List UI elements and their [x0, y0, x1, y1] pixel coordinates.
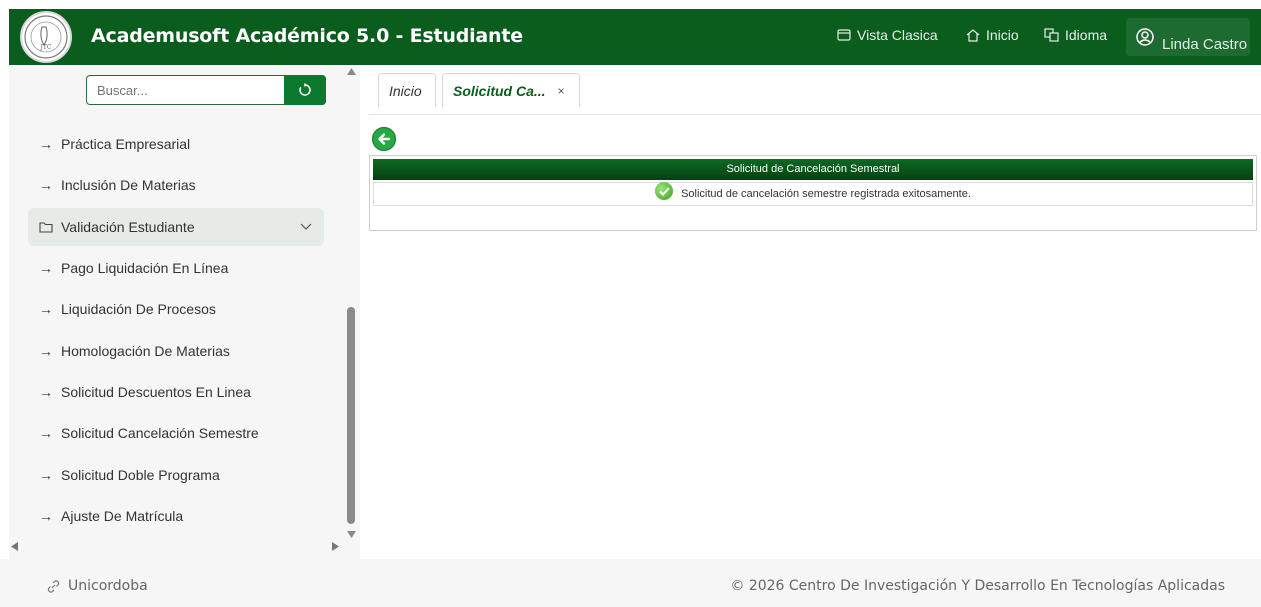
sidebar-item-inclusion-materias[interactable]: → Inclusión De Materias: [39, 166, 196, 204]
sidebar-item-solicitud-cancelacion[interactable]: → Solicitud Cancelación Semestre: [39, 414, 259, 452]
sidebar-item-validacion-estudiante[interactable]: Validación Estudiante: [28, 208, 324, 246]
arrow-right-icon: →: [39, 136, 53, 152]
footer-left-text: Unicordoba: [68, 578, 148, 594]
arrow-right-icon: →: [39, 177, 53, 193]
user-circle-icon: [1136, 28, 1154, 46]
svg-text:JTC: JTC: [40, 44, 52, 51]
sidebar-item-label: Solicitud Doble Programa: [61, 467, 220, 483]
scroll-right-icon[interactable]: [332, 542, 339, 551]
footer-link-unicordoba[interactable]: Unicordoba: [47, 578, 148, 594]
sidebar-item-label: Inclusión De Materias: [61, 177, 196, 193]
tab-label: Solicitud Ca...: [453, 82, 546, 99]
inicio-label: Inicio: [986, 27, 1019, 43]
search-input[interactable]: [87, 81, 289, 99]
success-message-row: Solicitud de cancelación semestre regist…: [373, 182, 1253, 206]
home-icon: [966, 28, 980, 42]
arrow-right-icon: →: [39, 384, 53, 400]
refresh-button[interactable]: [284, 75, 326, 105]
window-icon: [837, 29, 851, 41]
sidebar-horizontal-scrollbar[interactable]: [9, 540, 344, 552]
back-button[interactable]: [372, 127, 396, 151]
sidebar-item-practica-empresarial[interactable]: → Práctica Empresarial: [39, 125, 190, 163]
scroll-up-icon[interactable]: [347, 68, 356, 75]
arrow-right-icon: →: [39, 301, 53, 317]
sidebar-item-homologacion-materias[interactable]: → Homologación De Materias: [39, 332, 230, 370]
scroll-down-icon[interactable]: [347, 531, 356, 538]
user-name: Linda Castro: [1162, 35, 1248, 53]
sidebar-item-label: Solicitud Cancelación Semestre: [61, 425, 259, 441]
sidebar-item-solicitud-descuentos[interactable]: → Solicitud Descuentos En Linea: [39, 373, 251, 411]
sidebar-item-label: Ajuste De Matrícula: [61, 508, 184, 524]
tab-inicio[interactable]: Inicio: [378, 73, 436, 107]
refresh-icon: [299, 83, 311, 96]
sidebar-item-label: Liquidación De Procesos: [61, 301, 216, 317]
inicio-link[interactable]: Inicio: [966, 27, 1019, 43]
link-icon: [47, 579, 60, 593]
arrow-right-icon: →: [39, 508, 53, 524]
idioma-link[interactable]: Idioma: [1044, 27, 1107, 43]
sidebar: → Práctica Empresarial → Inclusión De Ma…: [9, 65, 360, 559]
panel-title: Solicitud de Cancelación Semestral: [373, 159, 1253, 180]
vista-clasica-label: Vista Clasica: [857, 27, 938, 43]
idioma-label: Idioma: [1065, 27, 1108, 43]
tab-bar: Inicio Solicitud Ca... ×: [369, 65, 1261, 115]
folder-icon: [39, 222, 53, 233]
sidebar-item-label: Pago Liquidación En Línea: [61, 260, 229, 276]
sidebar-item-label: Validación Estudiante: [61, 219, 195, 235]
university-logo: JTC: [20, 11, 72, 63]
sidebar-scrollbar-thumb[interactable]: [347, 307, 355, 524]
app-title: Academusoft Académico 5.0 - Estudiante: [91, 25, 523, 47]
chevron-down-icon: [300, 223, 312, 230]
app-header: JTC Academusoft Académico 5.0 - Estudian…: [9, 9, 1261, 65]
footer: Unicordoba © 2026 Centro De Investigació…: [0, 559, 1261, 607]
arrow-left-icon: [378, 133, 391, 145]
tab-solicitud-cancelacion[interactable]: Solicitud Ca... ×: [442, 73, 580, 107]
checkmark-icon: [655, 182, 674, 200]
success-message: Solicitud de cancelación semestre regist…: [681, 188, 971, 200]
sidebar-item-label: Práctica Empresarial: [61, 136, 191, 152]
scroll-left-icon[interactable]: [11, 542, 18, 551]
tab-close-button[interactable]: ×: [558, 84, 565, 98]
language-icon: [1044, 28, 1059, 42]
sidebar-item-ajuste-matricula[interactable]: → Ajuste De Matrícula: [39, 497, 183, 535]
user-menu[interactable]: Linda Castro: [1126, 18, 1250, 56]
result-panel: Solicitud de Cancelación Semestral Solic…: [369, 155, 1257, 231]
arrow-right-icon: →: [39, 343, 53, 359]
vista-clasica-link[interactable]: Vista Clasica: [837, 27, 938, 43]
arrow-right-icon: →: [39, 467, 53, 483]
search-box: [86, 75, 326, 105]
sidebar-item-label: Homologación De Materias: [61, 343, 230, 359]
sidebar-item-liquidacion-procesos[interactable]: → Liquidación De Procesos: [39, 290, 216, 328]
footer-copyright: © 2026 Centro De Investigación Y Desarro…: [730, 578, 1225, 594]
arrow-right-icon: →: [39, 260, 53, 276]
sidebar-item-label: Solicitud Descuentos En Linea: [61, 384, 251, 400]
sidebar-item-pago-liquidacion[interactable]: → Pago Liquidación En Línea: [39, 249, 228, 287]
arrow-right-icon: →: [39, 425, 53, 441]
tab-label: Inicio: [389, 82, 422, 99]
sidebar-item-solicitud-doble-programa[interactable]: → Solicitud Doble Programa: [39, 456, 220, 494]
